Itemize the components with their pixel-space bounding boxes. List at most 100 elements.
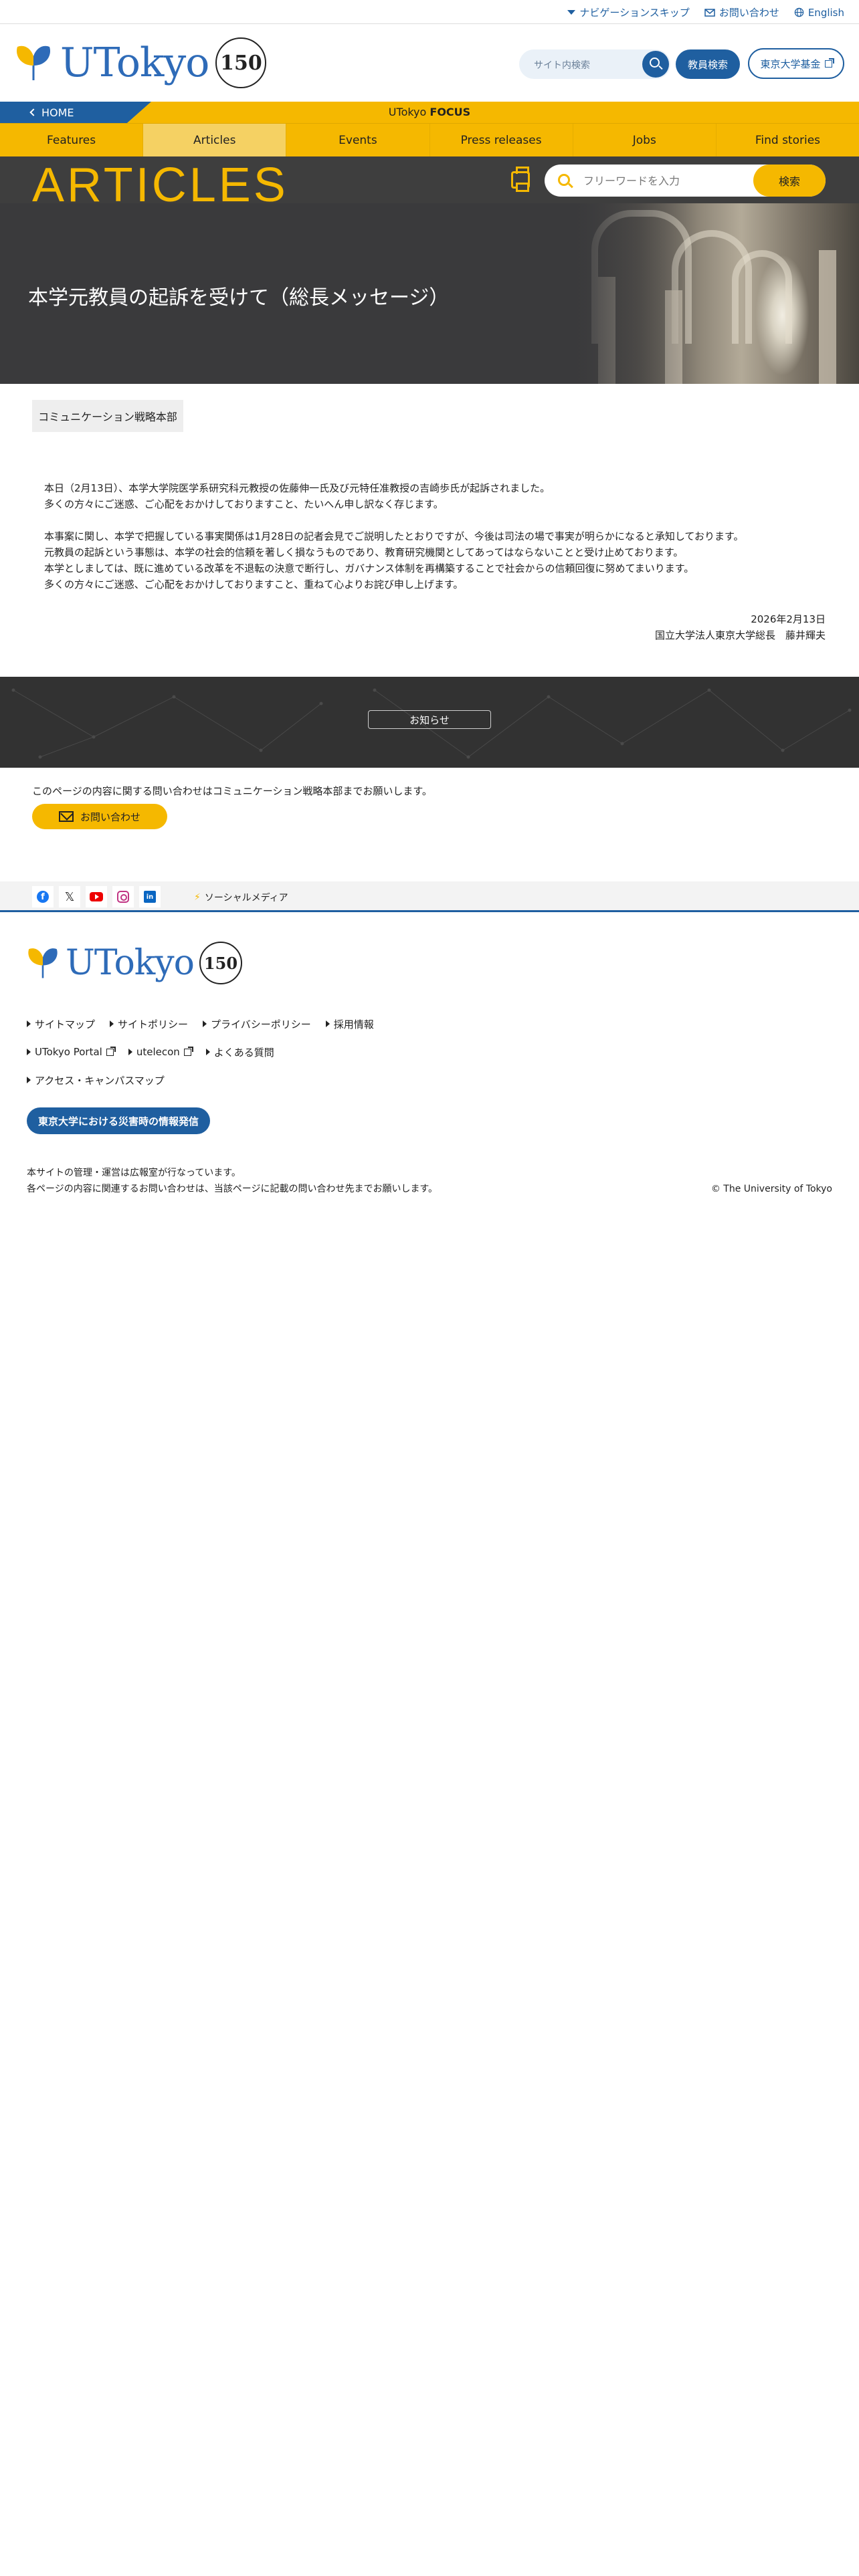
footer-link-label: サイトポリシー	[118, 1018, 189, 1031]
footer-link-label: サイトマップ	[35, 1018, 96, 1031]
mail-icon	[58, 811, 74, 822]
ginkgo-leaf-icon	[17, 45, 50, 80]
nav-skip-label: ナビゲーションスキップ	[579, 7, 690, 19]
footer-links-row: アクセス・キャンパスマップ	[27, 1066, 374, 1094]
notice-button[interactable]: お知らせ	[368, 710, 491, 729]
mail-icon	[704, 8, 715, 17]
caret-right-icon	[27, 1021, 31, 1027]
utility-links: ナビゲーションスキップ お問い合わせ English	[567, 5, 844, 19]
inquiry-button[interactable]: お問い合わせ	[32, 804, 167, 829]
footer-links-row: UTokyo Portal utelecon よくある質問	[27, 1038, 374, 1066]
footer-link-faq[interactable]: よくある質問	[205, 1045, 274, 1059]
footer-link-label: アクセス・キャンパスマップ	[35, 1074, 165, 1087]
body-line: 多くの方々にご迷惑、ご心配をおかけしておりますこと、たいへん申し訳なく存じます。	[44, 498, 444, 510]
footer-link-recruit[interactable]: 採用情報	[325, 1017, 374, 1031]
instagram-icon	[117, 891, 129, 903]
notice-band: お知らせ	[0, 677, 859, 768]
article-body: 本日（2月13日）、本学大学院医学系研究科元教授の佐藤伸一氏及び元特任准教授の吉…	[44, 480, 827, 593]
footer-link-access-map[interactable]: アクセス・キャンパスマップ	[27, 1073, 165, 1087]
caret-right-icon	[110, 1021, 114, 1027]
print-icon[interactable]	[511, 167, 530, 192]
footer-link-site-policy[interactable]: サイトポリシー	[110, 1017, 188, 1031]
social-bar: f 𝕏 in ⚡ ソーシャルメディア	[0, 881, 859, 912]
search-icon	[558, 174, 570, 186]
body-line: 本学としましては、既に進めている改革を不退転の決意で断行し、ガバナンス体制を再構…	[44, 562, 694, 574]
caret-right-icon	[205, 1049, 210, 1055]
category-tag[interactable]: コミュニケーション戦略本部	[32, 400, 183, 432]
linkedin-link[interactable]: in	[139, 886, 161, 907]
keyword-search-button[interactable]: 検索	[753, 165, 826, 197]
english-label: English	[807, 6, 844, 19]
caret-down-icon	[567, 10, 576, 15]
footer-links: サイトマップ サイトポリシー プライバシーポリシー 採用情報 UTokyo Po…	[27, 1010, 374, 1094]
footer-links-row: サイトマップ サイトポリシー プライバシーポリシー 採用情報	[27, 1010, 374, 1038]
caret-right-icon	[325, 1021, 330, 1027]
instagram-link[interactable]	[112, 886, 134, 907]
focus-title-bold: FOCUS	[430, 106, 471, 118]
facebook-icon: f	[37, 891, 49, 903]
contact-note: このページの内容に関する問い合わせはコミュニケーション戦略本部までお願いします。	[32, 785, 432, 797]
youtube-link[interactable]	[86, 886, 107, 907]
keyword-search: 検索	[545, 165, 826, 197]
social-icons: f 𝕏 in	[32, 886, 161, 907]
english-link[interactable]: English	[794, 5, 844, 19]
footer-link-privacy[interactable]: プライバシーポリシー	[203, 1017, 311, 1031]
footer-anniversary-badge: 150	[199, 942, 242, 984]
home-link[interactable]: HOME	[0, 102, 151, 123]
ginkgo-leaf-icon	[28, 948, 58, 978]
signature-name: 国立大学法人東京大学総長 藤井輝夫	[654, 629, 826, 641]
tab-press-releases[interactable]: Press releases	[430, 124, 573, 156]
social-media-label: ソーシャルメディア	[204, 893, 288, 903]
footer-note-line: 各ページの内容に関連するお問い合わせは、当該ページに記載の問い合わせ先までお願い…	[27, 1184, 438, 1194]
fund-label: 東京大学基金	[760, 58, 821, 70]
bolt-icon: ⚡	[194, 892, 201, 903]
focus-title-light: UTokyo	[388, 106, 430, 118]
footer-link-portal[interactable]: UTokyo Portal	[27, 1046, 116, 1058]
caret-right-icon	[27, 1049, 31, 1055]
keyword-input[interactable]	[583, 173, 744, 189]
contact-label: お問い合わせ	[719, 7, 779, 19]
site-search-box[interactable]: サイト内検索	[519, 49, 670, 79]
tab-events[interactable]: Events	[286, 124, 430, 156]
footer-link-label: UTokyo Portal	[35, 1046, 102, 1058]
anniversary-badge: 150	[215, 37, 267, 88]
article-date: 2026年2月13日	[751, 613, 826, 625]
body-line: 元教員の起訴という事態は、本学の社会的信頼を著しく損なうものであり、教育研究機関…	[44, 546, 684, 558]
footer-logo[interactable]: UTokyo 150	[25, 942, 242, 984]
tab-articles[interactable]: Articles	[143, 124, 287, 156]
footer-link-sitemap[interactable]: サイトマップ	[27, 1017, 95, 1031]
external-link-icon	[183, 1046, 193, 1056]
linkedin-icon: in	[144, 891, 156, 903]
site-search-button[interactable]	[642, 51, 669, 78]
globe-icon	[794, 7, 804, 17]
nav-skip-link[interactable]: ナビゲーションスキップ	[567, 5, 690, 19]
footer-note: 本サイトの管理・運営は広報室が行なっています。 各ページの内容に関連するお問い合…	[27, 1165, 438, 1197]
body-line: 本日（2月13日）、本学大学院医学系研究科元教授の佐藤伸一氏及び元特任准教授の吉…	[44, 482, 551, 494]
disaster-info-button[interactable]: 東京大学における災害時の情報発信	[27, 1107, 210, 1134]
tab-jobs[interactable]: Jobs	[573, 124, 717, 156]
utility-bar: ナビゲーションスキップ お問い合わせ English	[0, 0, 859, 24]
contact-link[interactable]: お問い合わせ	[704, 5, 779, 19]
tab-features[interactable]: Features	[0, 124, 144, 156]
site-search-placeholder: サイト内検索	[534, 60, 590, 71]
site-header: UTokyo 150 サイト内検索 教員検索 東京大学基金	[0, 24, 859, 102]
chevron-left-icon	[29, 108, 37, 116]
footer-link-label: 採用情報	[333, 1018, 374, 1031]
articles-bar: ARTICLES 検索	[0, 156, 859, 212]
hero-fade	[565, 203, 698, 384]
staff-search-button[interactable]: 教員検索	[676, 49, 740, 79]
caret-right-icon	[128, 1049, 132, 1055]
logo-wordmark: UTokyo	[60, 39, 209, 86]
hero-banner: 本学元教員の起訴を受けて（総長メッセージ）	[0, 203, 859, 384]
footer-link-label: よくある質問	[213, 1046, 274, 1059]
utokyo-fund-button[interactable]: 東京大学基金	[748, 48, 844, 79]
utokyo-logo[interactable]: UTokyo 150	[13, 37, 267, 88]
footer-link-label: utelecon	[136, 1046, 180, 1058]
inquiry-label: お問い合わせ	[80, 811, 140, 823]
social-media-link[interactable]: ⚡ ソーシャルメディア	[194, 891, 288, 904]
footer-link-utelecon[interactable]: utelecon	[128, 1046, 193, 1058]
tab-find-stories[interactable]: Find stories	[717, 124, 859, 156]
caret-right-icon	[203, 1021, 207, 1027]
facebook-link[interactable]: f	[32, 886, 54, 907]
x-link[interactable]: 𝕏	[59, 886, 80, 907]
